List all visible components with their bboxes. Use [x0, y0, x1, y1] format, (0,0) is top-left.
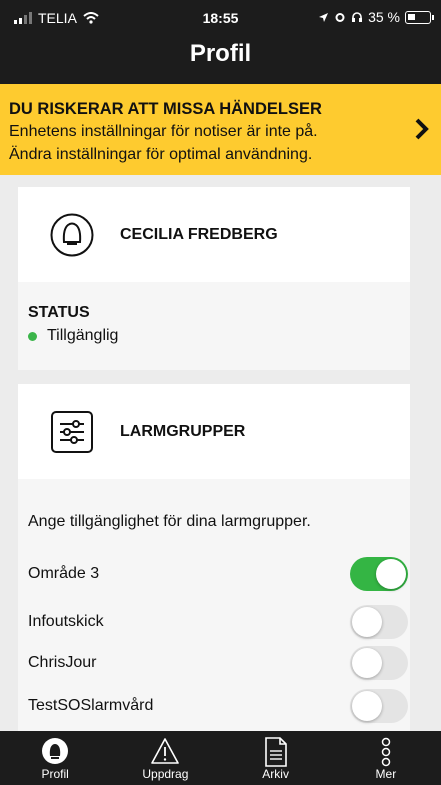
banner-line-1: Enhetens inställningar för notiser är in…	[9, 123, 318, 140]
list-item: Område 3	[28, 557, 410, 591]
group-label: TestSOSlarmvård	[28, 697, 154, 714]
headphones-icon	[352, 12, 363, 22]
notification-warning-banner[interactable]: DU RISKERAR ATT MISSA HÄNDELSER Enhetens…	[0, 84, 441, 175]
tab-profil[interactable]: Profil	[0, 731, 110, 785]
status-dot-icon	[28, 331, 37, 341]
battery-icon	[405, 10, 434, 24]
sliders-icon	[51, 410, 93, 453]
battery-percent: 35 %	[368, 9, 400, 25]
tab-bar: Profil Uppdrag Arkiv Mer	[0, 731, 441, 785]
status-title: STATUS	[28, 304, 90, 321]
status-section[interactable]: STATUS Tillgänglig	[18, 282, 410, 370]
alarm-groups-title: LARMGRUPPER	[120, 422, 246, 440]
status-bar: TELIA 18:55 35 %	[0, 0, 441, 34]
warning-icon	[151, 738, 180, 764]
list-item: ChrisJour	[28, 646, 410, 680]
top-bar: TELIA 18:55 35 % Profil	[0, 0, 441, 84]
banner-heading: DU RISKERAR ATT MISSA HÄNDELSER	[9, 100, 322, 118]
group-toggle[interactable]	[350, 557, 408, 591]
location-icon	[319, 12, 329, 22]
profile-card: CECILIA FREDBERG	[18, 187, 410, 282]
alarm-groups-list: Ange tillgänglighet för dina larmgrupper…	[18, 479, 410, 731]
group-label: Infoutskick	[28, 613, 104, 630]
tab-label: Uppdrag	[142, 767, 189, 781]
alarm-groups-description: Ange tillgänglighet för dina larmgrupper…	[28, 513, 311, 530]
profile-icon	[42, 738, 69, 764]
group-toggle[interactable]	[350, 689, 408, 723]
banner-line-2: Ändra inställningar för optimal användni…	[9, 146, 313, 163]
group-toggle[interactable]	[350, 646, 408, 680]
group-toggle[interactable]	[350, 605, 408, 639]
alarm-groups-card: LARMGRUPPER	[18, 384, 410, 479]
document-icon	[264, 737, 287, 767]
chevron-right-icon	[415, 118, 429, 140]
tab-uppdrag[interactable]: Uppdrag	[110, 731, 220, 785]
tab-mer[interactable]: Mer	[331, 731, 441, 785]
group-label: ChrisJour	[28, 654, 97, 671]
group-label: Område 3	[28, 565, 100, 582]
avatar-icon	[50, 213, 94, 256]
status-value: Tillgänglig	[47, 327, 119, 344]
more-icon	[381, 737, 391, 767]
tab-label: Arkiv	[262, 767, 289, 781]
tab-label: Mer	[375, 767, 397, 781]
tab-arkiv[interactable]: Arkiv	[221, 731, 331, 785]
alarm-icon	[335, 13, 345, 22]
tab-label: Profil	[41, 767, 69, 781]
list-item: Infoutskick	[28, 605, 410, 639]
page-title: Profil	[189, 40, 252, 67]
list-item: TestSOSlarmvård	[28, 689, 410, 723]
profile-name: CECILIA FREDBERG	[120, 225, 278, 243]
